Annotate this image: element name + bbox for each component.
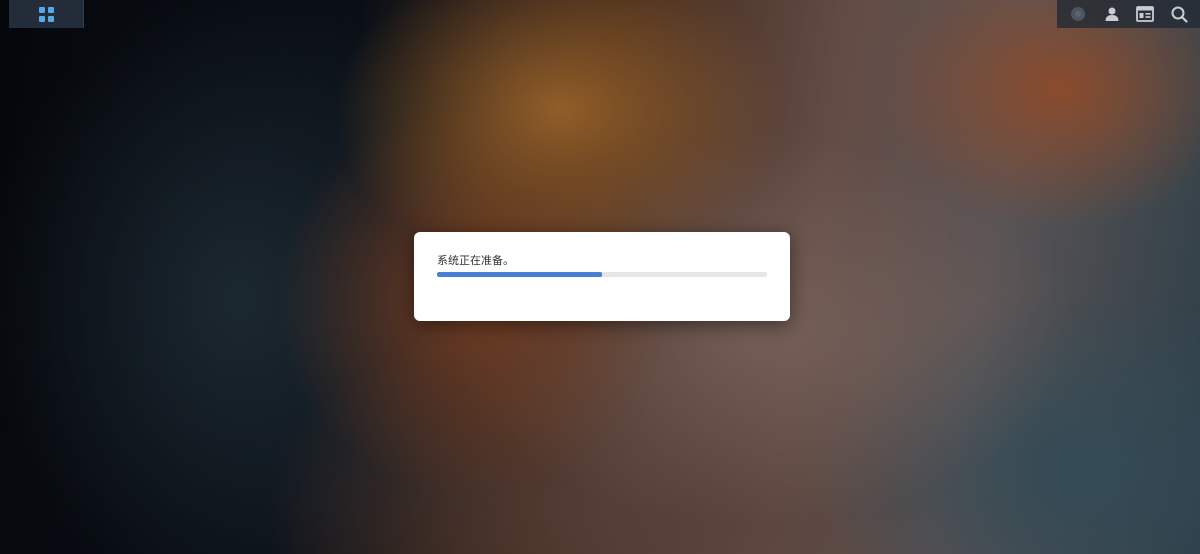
system-preparing-dialog: 系统正在准备。 xyxy=(414,232,790,321)
progress-fill xyxy=(437,272,602,277)
user-icon xyxy=(1105,7,1119,21)
widgets-icon xyxy=(1136,6,1155,22)
progress-bar xyxy=(437,272,767,277)
widgets-button[interactable] xyxy=(1131,0,1159,28)
dialog-message: 系统正在准备。 xyxy=(437,254,514,267)
search-button[interactable] xyxy=(1165,0,1193,28)
user-button[interactable] xyxy=(1098,0,1126,28)
notification-icon xyxy=(1070,7,1085,21)
main-menu-button[interactable] xyxy=(9,0,84,28)
taskbar-tray xyxy=(1057,0,1200,28)
desktop: 系统正在准备。 xyxy=(0,0,1200,554)
grid-icon xyxy=(38,6,54,22)
notification-button[interactable] xyxy=(1064,0,1092,28)
search-icon xyxy=(1171,6,1188,23)
